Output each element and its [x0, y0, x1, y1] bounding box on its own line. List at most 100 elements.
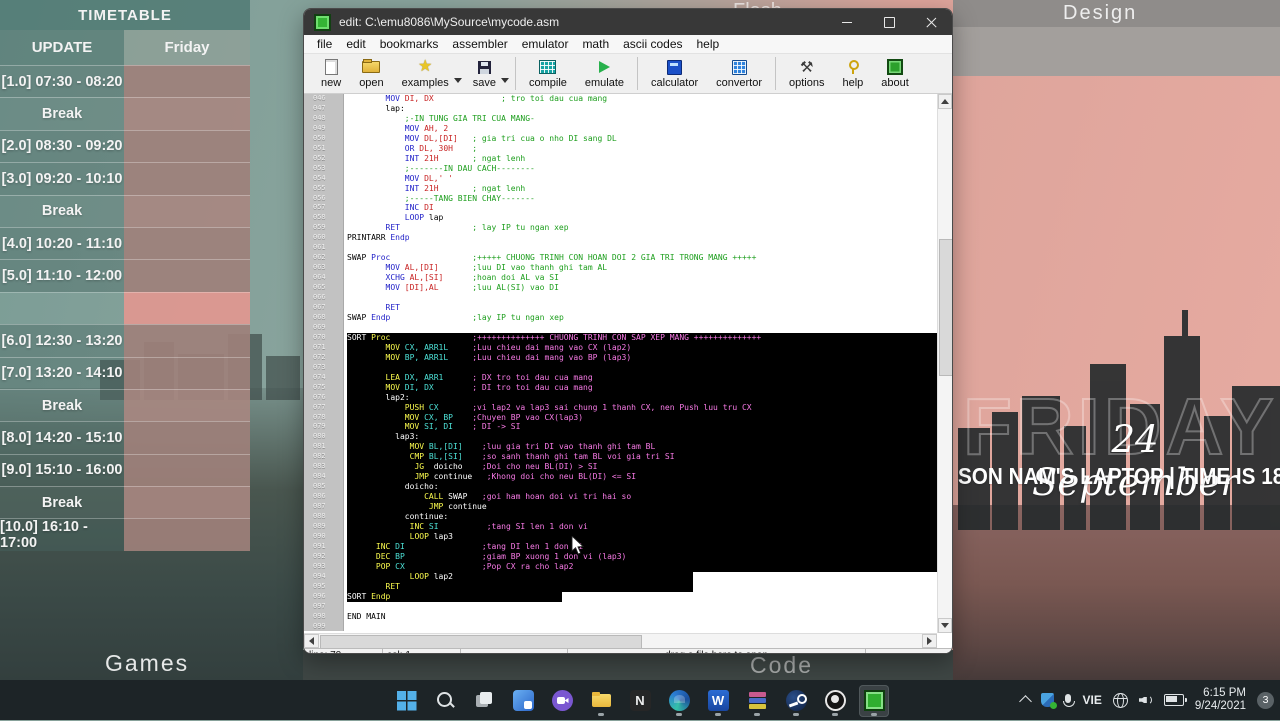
code-line: 077 PUSH CX ;vi lap2 va lap3 sai chung 1…	[304, 402, 952, 413]
code-line: 061	[304, 243, 952, 254]
taskbar-taskview-button[interactable]	[469, 685, 499, 717]
code-editor[interactable]: 046 MOV DI, DX ; tro toi dau cua mang 047…	[304, 94, 952, 633]
taskbar-notepad-button[interactable]	[625, 685, 655, 717]
taskbar-chat-button[interactable]	[547, 685, 577, 717]
menu-item-emulator[interactable]: emulator	[515, 37, 576, 51]
taskbar-edge-button[interactable]	[664, 685, 694, 717]
scroll-down-button[interactable]	[938, 618, 952, 633]
code-segment: lap2	[428, 571, 453, 581]
horizontal-scrollbar[interactable]	[304, 633, 937, 649]
menu-item-math[interactable]: math	[575, 37, 616, 51]
code-segment: continue:	[347, 512, 449, 522]
scroll-left-button[interactable]	[304, 634, 319, 648]
examples-dropdown-icon[interactable]	[453, 78, 462, 83]
taskbar-widgets-button[interactable]	[508, 685, 538, 717]
volume-icon[interactable]	[1139, 694, 1153, 706]
window-titlebar[interactable]: edit: C:\emu8086\MySource\mycode.asm	[304, 9, 952, 35]
taskbar-search-button[interactable]	[430, 685, 460, 717]
menu-item-bookmarks[interactable]: bookmarks	[373, 37, 446, 51]
code-line: 093 POP CX ;Pop CX ra cho lap2	[304, 561, 952, 572]
line-number: 083	[304, 462, 344, 473]
scroll-right-button[interactable]	[922, 634, 937, 648]
line-number: 069	[304, 322, 344, 333]
menu-item-assembler[interactable]: assembler	[445, 37, 514, 51]
network-icon[interactable]	[1112, 692, 1128, 708]
horizontal-scrollbar-thumb[interactable]	[320, 635, 642, 649]
calculator-button[interactable]: calculator	[642, 54, 707, 93]
close-button[interactable]	[910, 9, 952, 35]
microphone-icon[interactable]	[1063, 694, 1076, 707]
file-drop-zone[interactable]: drag a file here to open	[567, 648, 865, 653]
code-line: 080 lap3:	[304, 432, 952, 443]
notification-badge[interactable]: 3	[1257, 691, 1274, 709]
taskbar-steam-button[interactable]	[781, 685, 811, 717]
tray-overflow-chevron-icon[interactable]	[1019, 695, 1033, 708]
menu-item-file[interactable]: file	[310, 37, 339, 51]
code-segment: DX, ARR1	[399, 372, 444, 382]
help-button[interactable]: help	[833, 54, 872, 93]
scroll-up-button[interactable]	[938, 94, 952, 109]
examples-button[interactable]: ★ examples	[393, 54, 458, 93]
open-button[interactable]: open	[350, 54, 392, 93]
options-button[interactable]: ⚒ options	[780, 54, 833, 93]
menu-item-ascii-codes[interactable]: ascii codes	[616, 37, 689, 51]
taskbar-emu-button[interactable]	[859, 684, 889, 717]
code-text: INT 21H ; ngat lenh	[344, 154, 952, 164]
code-segment: MOV	[385, 283, 400, 293]
taskbar-word-button[interactable]	[703, 685, 733, 717]
chip-icon	[887, 59, 904, 75]
taskbar-obs-button[interactable]	[820, 685, 850, 717]
line-number: 070	[304, 332, 344, 343]
vertical-scrollbar-thumb[interactable]	[939, 239, 952, 376]
taskbar-start-button[interactable]	[391, 685, 421, 717]
code-segment: AL,[SI]	[404, 273, 444, 283]
menu-item-help[interactable]: help	[690, 37, 727, 51]
code-text: INT 21H ; ngat lenh	[344, 184, 952, 194]
about-button[interactable]: about	[872, 54, 918, 93]
save-button[interactable]: save	[464, 54, 505, 93]
save-dropdown-icon[interactable]	[501, 78, 509, 83]
code-segment: ;Pop CX ra cho lap2	[481, 561, 574, 571]
language-indicator[interactable]: VIE	[1082, 693, 1101, 707]
windows-security-icon[interactable]	[1041, 693, 1058, 709]
line-number: 078	[304, 412, 344, 423]
new-button[interactable]: new	[312, 54, 350, 93]
emulate-button[interactable]: emulate	[576, 54, 633, 93]
timetable-row: Break	[0, 388, 250, 422]
code-segment: continue	[443, 502, 487, 512]
code-text: RET	[344, 303, 952, 313]
code-text: POP CX ;Pop CX ra cho lap2	[344, 561, 952, 572]
battery-icon[interactable]	[1163, 694, 1187, 706]
code-line: 091 INC DI ;tang DI len 1 don vi	[304, 541, 952, 552]
clock[interactable]: 6:15 PM 9/24/2021	[1195, 687, 1246, 713]
timetable-title: TIMETABLE	[0, 0, 250, 30]
widgets-icon	[512, 690, 534, 711]
code-segment: CMP	[409, 452, 425, 462]
compile-button[interactable]: compile	[520, 54, 576, 93]
line-number: 095	[304, 581, 344, 592]
code-segment: DL,' '	[419, 173, 453, 183]
code-segment: ; lay IP tu ngan xep	[472, 223, 569, 233]
taskbar-explorer-button[interactable]	[586, 685, 616, 717]
code-text: lap:	[344, 104, 952, 114]
code-text: PUSH CX ;vi lap2 va lap3 sai chung 1 tha…	[344, 402, 952, 413]
convertor-button[interactable]: convertor	[707, 54, 771, 93]
taskbar-winrar-button[interactable]	[742, 685, 772, 717]
vertical-scrollbar[interactable]	[937, 94, 952, 633]
maximize-button[interactable]	[868, 9, 910, 35]
code-segment: POP	[375, 561, 391, 571]
menu-item-edit[interactable]: edit	[339, 37, 372, 51]
minimize-button[interactable]	[826, 9, 868, 35]
code-text: lap3:	[344, 432, 952, 443]
winrar-icon	[747, 690, 768, 711]
timetable-row-label: [7.0] 13:20 - 14:10	[1, 365, 123, 382]
